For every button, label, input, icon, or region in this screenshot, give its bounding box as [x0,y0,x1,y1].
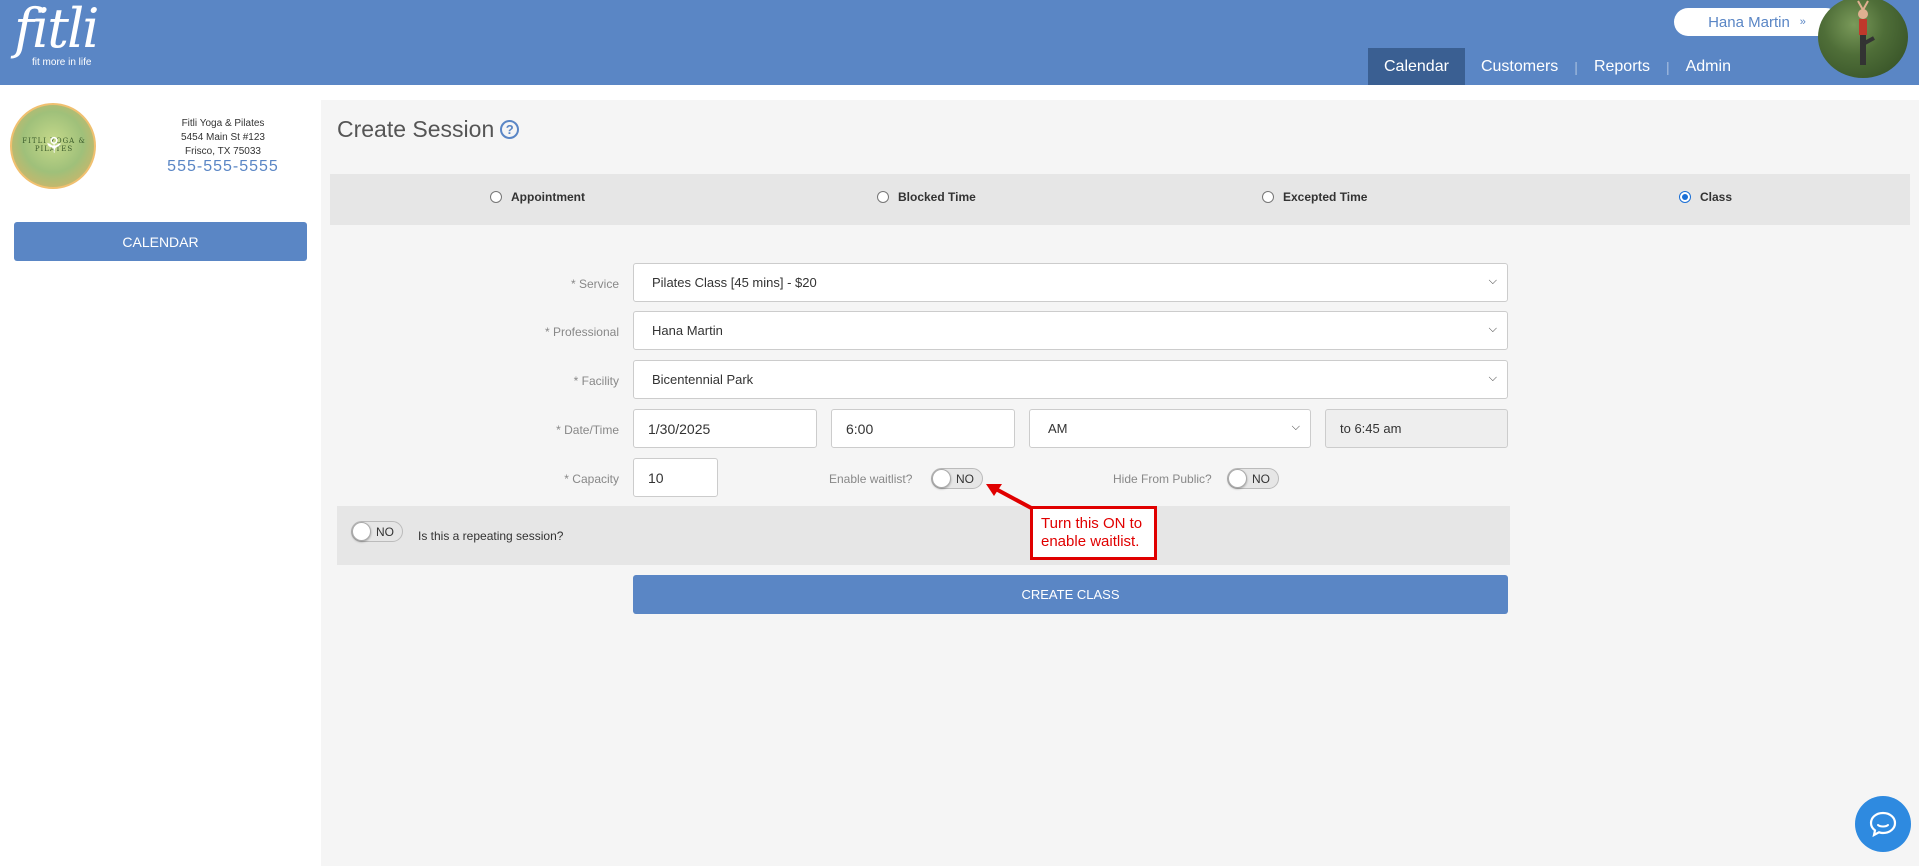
radio-button[interactable] [490,191,502,203]
datetime-label: * Date/Time [556,423,619,437]
facility-value: Bicentennial Park [652,372,754,387]
radio-appointment[interactable]: Appointment [490,190,585,204]
toggle-state: NO [956,471,974,486]
logo-text: fitli [14,0,99,60]
radio-label: Excepted Time [1283,190,1368,204]
main-nav: Calendar Customers | Reports | Admin [1368,48,1747,85]
radio-class[interactable]: Class [1679,190,1732,204]
toggle-knob [1228,469,1247,488]
capacity-input[interactable]: 10 [633,458,718,497]
time-input[interactable]: 6:00 [831,409,1015,448]
date-input[interactable]: 1/30/2025 [633,409,817,448]
chevron-down-icon: ⌵ [1488,372,1497,384]
chat-button[interactable] [1855,796,1911,852]
studio-address-line1: 5454 Main St #123 [181,132,265,143]
callout-line2: enable waitlist. [1041,533,1140,550]
toggle-knob [932,469,951,488]
studio-logo: FITLI YOGA & PILATES ⚘ [10,103,96,189]
create-class-button[interactable]: CREATE CLASS [633,575,1508,614]
radio-button[interactable] [1262,191,1274,203]
radio-excepted-time[interactable]: Excepted Time [1262,190,1367,204]
radio-button-selected[interactable] [1679,191,1691,203]
radio-label: Class [1700,190,1733,204]
calendar-button[interactable]: CALENDAR [14,222,307,261]
facility-select[interactable]: Bicentennial Park ⌵ [633,360,1508,399]
annotation-callout: Turn this ON to enable waitlist. [1030,506,1157,560]
professional-select[interactable]: Hana Martin ⌵ [633,311,1508,350]
top-header: fitli fit more in life Hana Martin » Cal… [0,0,1919,85]
double-chevron-down-icon: » [1799,16,1806,28]
toggle-state: NO [1252,471,1270,486]
question-circle-icon[interactable]: ? [500,120,520,139]
studio-phone[interactable]: 555-555-5555 [140,158,306,176]
nav-calendar[interactable]: Calendar [1368,48,1465,85]
fitli-logo[interactable]: fitli fit more in life [14,0,99,69]
hide-from-public-toggle[interactable]: NO [1227,468,1279,489]
page-title-text: Create Session [337,116,495,142]
facility-label: * Facility [573,374,619,388]
studio-address-line2: Frisco, TX 75033 [185,146,261,157]
chevron-down-icon: ⌵ [1488,275,1497,287]
end-time-display: to 6:45 am [1325,409,1508,448]
service-value: Pilates Class [45 mins] - $20 [652,275,817,290]
radio-button[interactable] [877,191,889,203]
waitlist-toggle[interactable]: NO [931,468,983,489]
waitlist-label: Enable waitlist? [829,472,913,486]
radio-blocked-time[interactable]: Blocked Time [877,190,976,204]
studio-name: Fitli Yoga & Pilates [181,118,265,129]
nav-admin[interactable]: Admin [1670,48,1747,85]
toggle-state: NO [376,524,394,539]
repeating-session-bar: NO Is this a repeating session? [337,506,1510,565]
main-content: Create Session ? Appointment Blocked Tim… [321,100,1919,866]
service-label: * Service [570,277,619,291]
nav-reports[interactable]: Reports [1578,48,1666,85]
capacity-label: * Capacity [564,472,619,486]
repeating-session-toggle[interactable]: NO [351,521,403,542]
professional-value: Hana Martin [652,323,723,338]
chevron-down-icon: ⌵ [1291,421,1300,433]
professional-label: * Professional [544,325,619,339]
user-menu-button[interactable]: Hana Martin » [1674,8,1840,36]
repeating-session-label: Is this a repeating session? [418,529,564,543]
service-select[interactable]: Pilates Class [45 mins] - $20 ⌵ [633,263,1508,302]
meditation-icon: ⚘ [44,133,64,158]
avatar[interactable] [1818,0,1908,78]
user-name: Hana Martin [1708,13,1790,31]
ampm-select[interactable]: AM ⌵ [1029,409,1311,448]
chat-bubble-icon [1869,811,1897,838]
toggle-knob [352,522,371,541]
avatar-photo-icon [1857,0,1875,65]
nav-customers[interactable]: Customers [1465,48,1574,85]
hide-from-public-label: Hide From Public? [1113,472,1212,486]
studio-address: Fitli Yoga & Pilates 5454 Main St #123 F… [140,117,306,159]
radio-label: Appointment [511,190,585,204]
ampm-value: AM [1048,421,1068,436]
chevron-down-icon: ⌵ [1488,323,1497,335]
page-title: Create Session ? [337,116,520,143]
logo-tagline: fit more in life [32,57,92,68]
radio-label: Blocked Time [898,190,976,204]
session-type-selector: Appointment Blocked Time Excepted Time C… [330,174,1910,225]
callout-line1: Turn this ON to [1041,515,1143,532]
